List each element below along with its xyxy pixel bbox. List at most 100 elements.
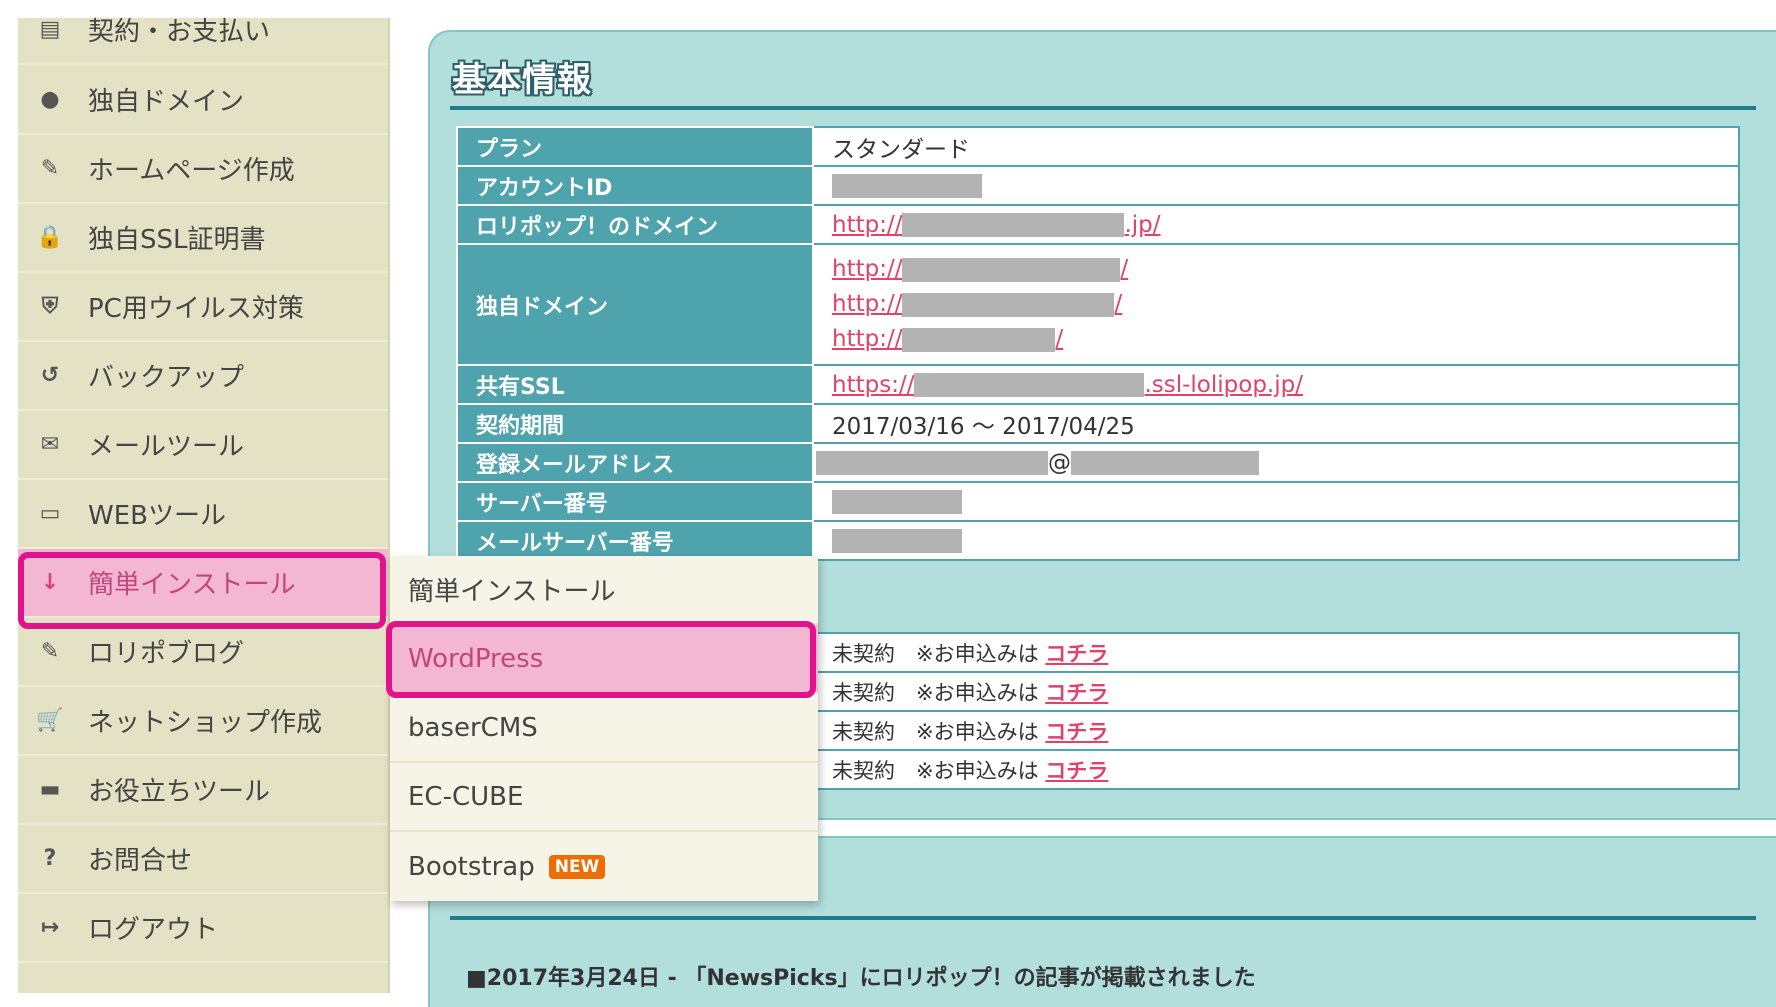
basic-info-table: プラン スタンダード アカウントID ロリポップ！のドメイン http://.j… bbox=[456, 126, 1740, 561]
sidebar-item-label: WEBツール bbox=[88, 501, 226, 531]
redacted-block bbox=[914, 373, 1145, 397]
sidebar-item-contact[interactable]: ? お問合せ bbox=[18, 825, 388, 894]
redacted-block bbox=[832, 529, 962, 553]
table-row: サーバー番号 bbox=[456, 481, 1740, 522]
pencil-icon: ✎ bbox=[40, 639, 60, 664]
option-value-cell: 未契約 ※お申込みは コチラ bbox=[812, 632, 1740, 673]
sidebar-item-netshop[interactable]: 🛒 ネットショップ作成 bbox=[18, 687, 388, 756]
submenu-item-label: EC-CUBE bbox=[408, 781, 524, 812]
edit-icon: ✎ bbox=[40, 156, 60, 181]
shield-icon: ⛨ bbox=[41, 294, 59, 319]
redacted-block bbox=[902, 257, 1121, 282]
easy-install-submenu: 簡単インストール WordPress baserCMS EC-CUBE Boot… bbox=[390, 556, 818, 901]
sidebar-item-mail-tools[interactable]: ✉ メールツール bbox=[18, 411, 388, 480]
row-label: 契約期間 bbox=[456, 403, 814, 444]
new-badge: NEW bbox=[548, 854, 606, 879]
row-label: サーバー番号 bbox=[456, 481, 814, 522]
account-id-value bbox=[812, 165, 1740, 206]
card-icon: ▤ bbox=[39, 17, 61, 42]
contract-period-value: 2017/03/16 ～ 2017/04/25 bbox=[812, 403, 1740, 444]
row-label: プラン bbox=[456, 126, 814, 167]
submenu-item-ec-cube[interactable]: EC-CUBE bbox=[390, 763, 818, 832]
table-row: 登録メールアドレス @ bbox=[456, 442, 1740, 483]
table-row: メールサーバー番号 bbox=[456, 520, 1740, 561]
sidebar-item-label: ホームページ作成 bbox=[88, 156, 295, 186]
redacted-block bbox=[832, 490, 962, 514]
own-domain-link[interactable]: http:/// bbox=[832, 322, 1738, 357]
submenu-item-bootstrap[interactable]: Bootstrap NEW bbox=[390, 832, 818, 901]
news-headline[interactable]: ■2017年3月24日 - 「NewsPicks」にロリポップ！の記事が掲載され… bbox=[466, 960, 1256, 992]
apply-link[interactable]: コチラ bbox=[1045, 759, 1108, 783]
email-value: @ bbox=[812, 442, 1740, 483]
submenu-item-label: baserCMS bbox=[408, 712, 538, 743]
sidebar-item-label: 簡単インストール bbox=[88, 570, 296, 600]
table-row: ロリポップ！のドメイン http://.jp/ bbox=[456, 204, 1740, 245]
own-domain-link[interactable]: http:/// bbox=[832, 252, 1738, 287]
sidebar-item-logout[interactable]: ↦ ログアウト bbox=[18, 894, 388, 963]
shared-ssl-link[interactable]: https://.ssl-lolipop.jp/ bbox=[832, 372, 1303, 398]
option-value-cell: 未契約 ※お申込みは コチラ bbox=[812, 710, 1740, 751]
sidebar-item-label: ログアウト bbox=[88, 915, 219, 945]
table-row: アカウントID bbox=[456, 165, 1740, 206]
redacted-block bbox=[902, 213, 1125, 237]
server-no-value bbox=[812, 481, 1740, 522]
sidebar-item-backup[interactable]: ↺ バックアップ bbox=[18, 342, 388, 411]
sidebar-item-label: お問合せ bbox=[88, 846, 193, 876]
apply-link[interactable]: コチラ bbox=[1045, 720, 1108, 744]
submenu-item-label: 簡単インストール bbox=[408, 577, 616, 607]
lolipop-domain-value: http://.jp/ bbox=[812, 204, 1740, 245]
mail-server-no-value bbox=[812, 520, 1740, 561]
sidebar-item-label: ロリポブログ bbox=[88, 639, 245, 669]
lolipop-domain-link[interactable]: http://.jp/ bbox=[832, 212, 1161, 238]
news-divider bbox=[450, 916, 1756, 920]
sidebar-item-label: 契約・お支払い bbox=[88, 17, 271, 47]
row-label: アカウントID bbox=[456, 165, 814, 206]
question-icon: ? bbox=[43, 846, 57, 871]
table-row: プラン スタンダード bbox=[456, 126, 1740, 167]
envelope-icon: ✉ bbox=[40, 432, 60, 457]
sidebar-item-useful-tools[interactable]: ▬ お役立ちツール bbox=[18, 756, 388, 825]
title-divider bbox=[450, 106, 1756, 110]
sidebar-item-homepage[interactable]: ✎ ホームページ作成 bbox=[18, 135, 388, 204]
redacted-block bbox=[832, 174, 982, 198]
sidebar-item-antivirus[interactable]: ⛨ PC用ウイルス対策 bbox=[18, 273, 388, 342]
at-sign: @ bbox=[1048, 449, 1071, 476]
apply-link[interactable]: コチラ bbox=[1045, 681, 1108, 705]
logout-icon: ↦ bbox=[40, 915, 60, 940]
redacted-block bbox=[816, 451, 1048, 475]
submenu-item-wordpress[interactable]: WordPress bbox=[390, 625, 818, 694]
archive-icon: ▬ bbox=[39, 777, 61, 802]
arrow-down-icon: ↓ bbox=[40, 570, 60, 595]
sidebar-item-ssl[interactable]: 🔒 独自SSL証明書 bbox=[18, 204, 388, 273]
sidebar-item-label: お役立ちツール bbox=[88, 777, 271, 807]
row-label: メールサーバー番号 bbox=[456, 520, 814, 561]
submenu-item-label: WordPress bbox=[408, 643, 544, 674]
monitor-icon: ▭ bbox=[39, 501, 61, 526]
history-icon: ↺ bbox=[40, 363, 60, 388]
plan-value: スタンダード bbox=[812, 126, 1740, 167]
sidebar-item-easy-install[interactable]: ↓ 簡単インストール bbox=[18, 549, 388, 618]
sidebar-item-label: 独自SSL証明書 bbox=[88, 225, 266, 255]
sidebar: ▤ 契約・お支払い ● 独自ドメイン ✎ ホームページ作成 🔒 独自SSL証明書… bbox=[18, 17, 390, 993]
sidebar-item-label: メールツール bbox=[88, 432, 245, 462]
option-value-cell: 未契約 ※お申込みは コチラ bbox=[812, 749, 1740, 790]
table-row: 契約期間 2017/03/16 ～ 2017/04/25 bbox=[456, 403, 1740, 444]
globe-icon: ● bbox=[40, 87, 60, 112]
apply-link[interactable]: コチラ bbox=[1045, 642, 1108, 666]
sidebar-item-web-tools[interactable]: ▭ WEBツール bbox=[18, 480, 388, 549]
sidebar-item-blog[interactable]: ✎ ロリポブログ bbox=[18, 618, 388, 687]
submenu-item-easy-install[interactable]: 簡単インストール bbox=[390, 556, 818, 625]
sidebar-item-domain[interactable]: ● 独自ドメイン bbox=[18, 66, 388, 135]
sidebar-item-label: バックアップ bbox=[88, 363, 245, 393]
row-label: 共有SSL bbox=[456, 364, 814, 405]
own-domain-value: http:/// http:/// http:/// bbox=[812, 243, 1740, 366]
own-domain-link[interactable]: http:/// bbox=[832, 287, 1738, 322]
submenu-item-label: Bootstrap bbox=[408, 851, 535, 882]
table-row: 独自ドメイン http:/// http:/// http:/// bbox=[456, 243, 1740, 366]
row-label: 独自ドメイン bbox=[456, 243, 814, 366]
lock-icon: 🔒 bbox=[36, 225, 64, 250]
redacted-block bbox=[902, 327, 1056, 352]
submenu-item-basercms[interactable]: baserCMS bbox=[390, 694, 818, 763]
row-label: ロリポップ！のドメイン bbox=[456, 204, 814, 245]
sidebar-item-contract[interactable]: ▤ 契約・お支払い bbox=[18, 0, 388, 65]
